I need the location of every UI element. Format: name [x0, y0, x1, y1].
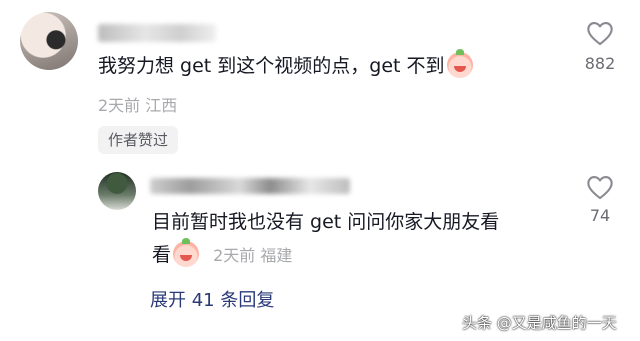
comment-like-button[interactable]: 882: [580, 20, 620, 73]
reply-text-line1: 目前暂时我也没有 get 问问你家大朋友看: [152, 211, 500, 233]
comment-location: 江西: [145, 96, 178, 115]
replier-avatar[interactable]: [98, 172, 136, 210]
crying-face-emoji-icon: [173, 238, 200, 267]
comment-meta: 2天前 江西: [98, 92, 177, 116]
reply-time: 2天前: [213, 246, 256, 265]
reply-meta: 2天前 福建: [213, 246, 292, 265]
replier-name-redacted: [150, 178, 350, 194]
reply-text-line2: 看 2天前 福建: [152, 238, 292, 270]
shy-face-emoji-icon: [446, 49, 473, 78]
comment-like-count: 882: [584, 54, 616, 73]
heart-outline-icon[interactable]: [586, 20, 614, 46]
commenter-name-redacted: [98, 24, 216, 42]
reply-location: 福建: [260, 246, 293, 265]
author-liked-badge: 作者赞过: [98, 126, 179, 154]
heart-outline-icon[interactable]: [586, 174, 614, 200]
watermark: 头条 @又是咸鱼的一天: [462, 314, 617, 332]
comment-text-content: 我努力想 get 到这个视频的点，get 不到: [98, 55, 445, 77]
comment-time: 2天前: [98, 96, 141, 115]
reply-like-button[interactable]: 74: [580, 174, 620, 225]
commenter-avatar[interactable]: [20, 12, 78, 70]
reply-text-line2-content: 看: [152, 244, 172, 266]
expand-replies-link[interactable]: 展开 41 条回复: [150, 286, 274, 312]
reply-like-count: 74: [589, 206, 611, 225]
comment-text: 我努力想 get 到这个视频的点，get 不到: [98, 49, 473, 80]
